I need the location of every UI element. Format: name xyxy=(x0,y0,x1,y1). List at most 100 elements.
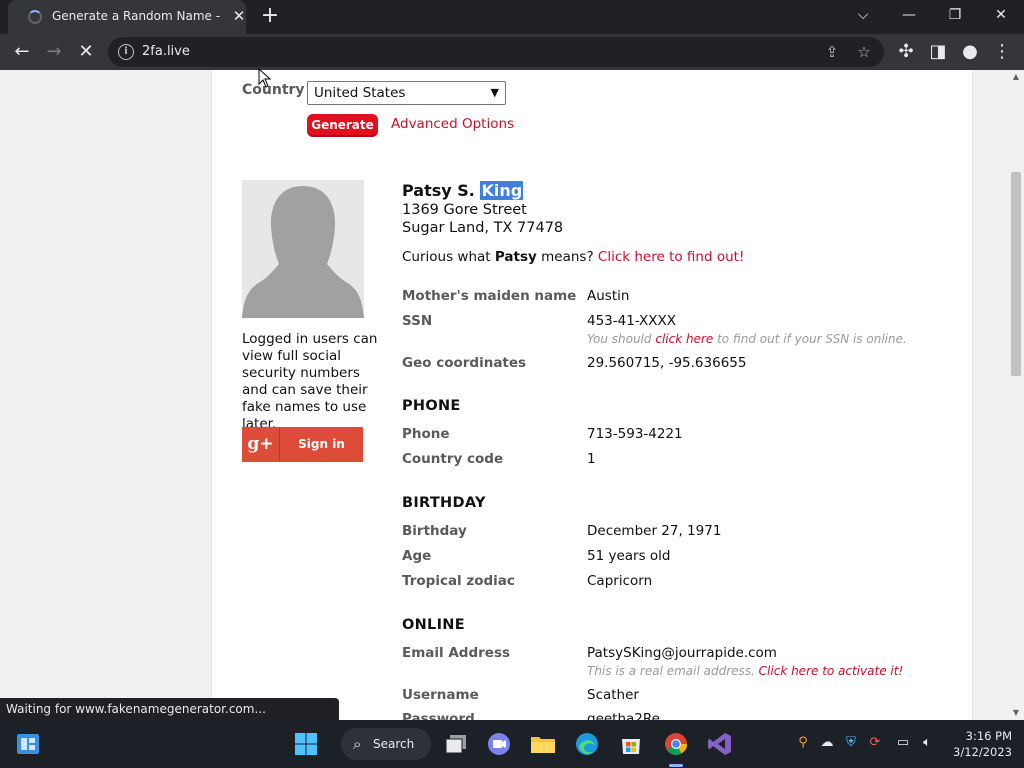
teams-chat-icon[interactable] xyxy=(483,728,515,760)
new-tab-icon[interactable]: + xyxy=(258,4,282,28)
generated-name: Patsy S. King xyxy=(402,181,524,200)
browser-tab[interactable]: Generate a Random Name - Fake ✕ xyxy=(8,0,246,34)
google-signin-button[interactable]: g+ Sign in xyxy=(242,427,363,462)
tab-search-chevron-icon[interactable]: ⌵ xyxy=(840,0,886,30)
age-label: Age xyxy=(402,548,432,564)
file-explorer-icon[interactable] xyxy=(527,728,559,760)
tab-title: Generate a Random Name - Fake xyxy=(52,9,222,23)
chrome-browser-icon[interactable] xyxy=(660,728,692,760)
maiden-name-label: Mother's maiden name xyxy=(402,288,577,304)
browser-titlebar: Generate a Random Name - Fake ✕ + ⌵ — ❐ … xyxy=(0,0,1024,34)
phone-heading: PHONE xyxy=(402,398,461,414)
network-icon[interactable]: ▭ xyxy=(894,734,912,752)
visual-studio-icon[interactable] xyxy=(704,728,736,760)
site-info-icon[interactable]: i xyxy=(118,44,134,60)
address-street: 1369 Gore Street xyxy=(402,202,527,218)
maiden-name-value: Austin xyxy=(587,288,630,304)
address-bar[interactable]: i 2fa.live ⇪ ☆ xyxy=(108,37,884,67)
name-meaning-link[interactable]: Click here to find out! xyxy=(598,249,744,265)
silhouette-icon xyxy=(242,186,364,318)
name-first: Patsy S. xyxy=(402,181,481,200)
online-heading: ONLINE xyxy=(402,617,465,633)
address-url[interactable]: 2fa.live xyxy=(142,44,190,59)
country-select[interactable]: United States ▼ xyxy=(307,81,506,105)
search-highlight-icon[interactable]: ⚲ xyxy=(794,734,812,752)
google-plus-icon: g+ xyxy=(242,427,280,462)
password-label: Password xyxy=(402,711,475,720)
scroll-thumb[interactable] xyxy=(1011,172,1021,376)
email-note-pre: This is a real email address. xyxy=(587,664,759,678)
username-label: Username xyxy=(402,687,479,703)
widgets-icon[interactable] xyxy=(12,728,44,760)
avatar xyxy=(242,180,364,318)
ssn-check-link[interactable]: click here xyxy=(655,332,713,346)
menu-kebab-icon[interactable]: ⋮ xyxy=(988,38,1016,66)
edge-browser-icon[interactable] xyxy=(571,728,603,760)
browser-toolbar: ← → ✕ i 2fa.live ⇪ ☆ ✣ ◨ ● ⋮ xyxy=(0,34,1024,70)
window-close-icon[interactable]: ✕ xyxy=(978,0,1024,30)
active-app-indicator xyxy=(669,764,683,767)
advanced-options-link[interactable]: Advanced Options xyxy=(391,116,514,132)
taskbar-search[interactable]: ⌕ Search xyxy=(341,728,431,760)
country-label: Country xyxy=(242,82,305,98)
volume-icon[interactable]: 🔈︎ xyxy=(918,734,936,752)
curious-mid: means? xyxy=(536,249,598,265)
loading-spinner-icon xyxy=(28,10,42,24)
country-code-value: 1 xyxy=(587,451,596,467)
login-info-text: Logged in users can view full social sec… xyxy=(242,331,378,432)
ssn-label: SSN xyxy=(402,313,433,329)
security-shield-icon[interactable]: ⛨ xyxy=(842,734,860,752)
sync-icon[interactable]: ⟳ xyxy=(866,734,884,752)
taskbar-clock[interactable]: 3:16 PM 3/12/2023 xyxy=(944,728,1012,760)
scroll-up-icon[interactable]: ▲ xyxy=(1008,70,1024,84)
restore-icon[interactable]: ❐ xyxy=(932,0,978,30)
zodiac-label: Tropical zodiac xyxy=(402,573,515,589)
country-selected-value: United States xyxy=(314,85,406,101)
email-activate-link[interactable]: Click here to activate it! xyxy=(759,664,904,678)
clock-date: 3/12/2023 xyxy=(953,745,1012,759)
mouse-cursor-icon xyxy=(258,68,272,88)
phone-label: Phone xyxy=(402,426,450,442)
chevron-down-icon: ▼ xyxy=(490,86,499,99)
ssn-note-pre: You should xyxy=(587,332,656,346)
signin-label: Sign in xyxy=(298,437,345,451)
loading-status-bubble: Waiting for www.fakenamegenerator.com... xyxy=(0,698,339,720)
name-meaning-line: Curious what Patsy means? Click here to … xyxy=(402,249,744,265)
scroll-down-icon[interactable]: ▼ xyxy=(1008,706,1024,720)
task-view-icon[interactable] xyxy=(440,728,472,760)
birthday-heading: BIRTHDAY xyxy=(402,495,486,511)
page-viewport: Country United States ▼ Generate Advance… xyxy=(0,70,1008,720)
geo-label: Geo coordinates xyxy=(402,355,527,371)
share-icon[interactable]: ⇪ xyxy=(822,42,842,62)
windows-start-icon[interactable] xyxy=(290,728,322,760)
side-panel-icon[interactable]: ◨ xyxy=(924,38,952,66)
username-value: Scather xyxy=(587,687,639,703)
phone-value: 713-593-4221 xyxy=(587,426,683,442)
stop-loading-icon[interactable]: ✕ xyxy=(72,38,100,66)
name-last-selected: King xyxy=(480,181,524,200)
extensions-puzzle-icon[interactable]: ✣ xyxy=(892,38,920,66)
clock-time: 3:16 PM xyxy=(965,729,1012,743)
forward-arrow-icon[interactable]: → xyxy=(40,38,68,66)
back-arrow-icon[interactable]: ← xyxy=(8,38,36,66)
age-value: 51 years old xyxy=(587,548,671,564)
tab-close-icon[interactable]: ✕ xyxy=(230,7,248,25)
birthday-value: December 27, 1971 xyxy=(587,523,722,539)
email-note: This is a real email address. Click here… xyxy=(587,664,903,678)
onedrive-cloud-icon[interactable]: ☁ xyxy=(818,734,836,752)
page-scrollbar[interactable]: ▲ ▼ xyxy=(1008,70,1024,720)
geo-coordinates-link[interactable]: 29.560715, -95.636655 xyxy=(587,355,746,371)
windows-taskbar: ⌕ Search ⚲ ☁ ⛨ ⟳ ▭ 🔈︎ 3:16 PM 3/12/2023 xyxy=(0,720,1024,768)
email-label: Email Address xyxy=(402,645,511,661)
generate-button[interactable]: Generate xyxy=(307,114,378,137)
microsoft-store-icon[interactable] xyxy=(615,728,647,760)
ssn-note-post: to find out if your SSN is online. xyxy=(713,332,907,346)
ssn-value: 453-41-XXXX xyxy=(587,313,677,329)
search-icon: ⌕ xyxy=(353,735,362,753)
curious-pre: Curious what xyxy=(402,249,495,265)
bookmark-star-icon[interactable]: ☆ xyxy=(854,42,874,62)
generator-content: Country United States ▼ Generate Advance… xyxy=(211,70,973,720)
minimize-icon[interactable]: — xyxy=(886,0,932,30)
profile-icon[interactable]: ● xyxy=(956,38,984,66)
country-code-label: Country code xyxy=(402,451,504,467)
